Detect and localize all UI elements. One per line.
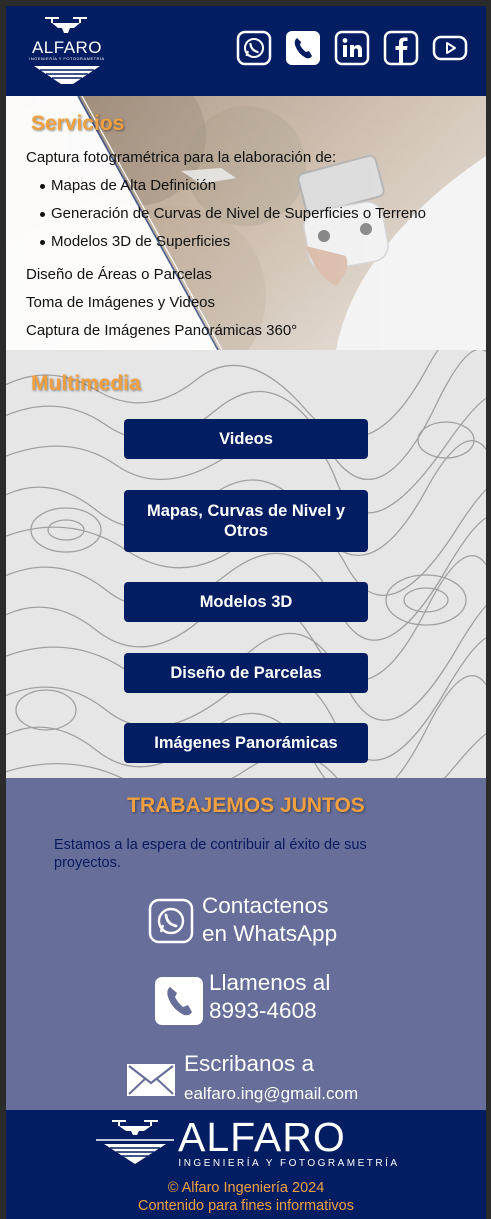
services-item: Captura de Imágenes Panorámicas 360° xyxy=(26,322,298,339)
services-bullet-item: Generación de Curvas de Nivel de Superfi… xyxy=(51,205,426,222)
facebook-icon[interactable] xyxy=(383,30,419,66)
linkedin-icon[interactable] xyxy=(334,30,370,66)
drone-logo-icon xyxy=(96,1120,174,1164)
services-item: Diseño de Áreas o Parcelas xyxy=(26,266,212,283)
whatsapp-icon[interactable] xyxy=(236,30,272,66)
phone-line1: Llamenos al xyxy=(209,970,331,995)
panoramic-images-button[interactable]: Imágenes Panorámicas xyxy=(124,723,368,763)
site-header: ALFARO INGENIERÍA Y FOTOGRAMETRÍA xyxy=(6,6,486,96)
videos-button[interactable]: Videos xyxy=(124,419,368,459)
phone-icon[interactable] xyxy=(285,30,321,66)
services-bullet-item: Mapas de Alta Definición xyxy=(51,177,217,194)
page: ALFARO INGENIERÍA Y FOTOGRAMETRÍA Servic… xyxy=(6,6,486,1219)
multimedia-section: Multimedia Videos Mapas, Curvas de Nivel… xyxy=(6,350,486,778)
models-3d-button[interactable]: Modelos 3D xyxy=(124,582,368,622)
logo-text: ALFARO xyxy=(31,38,103,57)
contact-section: TRABAJEMOS JUNTOS Estamos a la espera de… xyxy=(6,778,486,1110)
whatsapp-line1: Contactenos xyxy=(202,893,329,918)
footer-subtitle: INGENIERÍA Y FOTOGRAMETRÍA xyxy=(178,1158,400,1169)
phone-number: 8993-4608 xyxy=(209,998,317,1023)
email-line1: Escribanos a xyxy=(184,1051,315,1076)
parcel-design-button[interactable]: Diseño de Parcelas xyxy=(124,653,368,693)
footer-note: Contenido para fines informativos xyxy=(137,1198,354,1214)
services-section: Servicios Captura fotogramétrica para la… xyxy=(6,96,486,350)
bullet-dot xyxy=(40,240,45,245)
bullet-dot xyxy=(40,184,45,189)
footer-brand: ALFARO xyxy=(178,1114,346,1160)
multimedia-title: Multimedia xyxy=(31,372,141,395)
topographic-map-background xyxy=(6,350,486,778)
contact-title: TRABAJEMOS JUNTOS xyxy=(127,794,365,817)
phone-icon xyxy=(155,977,203,1025)
header-logo[interactable]: ALFARO INGENIERÍA Y FOTOGRAMETRÍA xyxy=(22,14,112,88)
footer-copyright: © Alfaro Ingeniería 2024 xyxy=(167,1180,325,1196)
services-title: Servicios xyxy=(31,112,125,135)
maps-button[interactable]: Mapas, Curvas de Nivel y Otros xyxy=(124,490,368,552)
bullet-dot xyxy=(40,212,45,217)
site-footer: ALFARO INGENIERÍA Y FOTOGRAMETRÍA © Alfa… xyxy=(6,1110,486,1219)
contact-description: Estamos a la espera de contribuir al éxi… xyxy=(54,837,367,871)
services-item: Toma de Imágenes y Videos xyxy=(26,294,216,311)
whatsapp-icon xyxy=(148,898,194,944)
envelope-icon xyxy=(127,1064,175,1096)
services-intro: Captura fotogramétrica para la elaboraci… xyxy=(26,149,337,166)
email-address: ealfaro.ing@gmail.com xyxy=(184,1084,359,1103)
whatsapp-line2: en WhatsApp xyxy=(202,921,338,946)
youtube-icon[interactable] xyxy=(432,30,468,66)
logo-subtitle: INGENIERÍA Y FOTOGRAMETRÍA xyxy=(29,56,105,61)
services-bullet-item: Modelos 3D de Superficies xyxy=(51,233,231,250)
